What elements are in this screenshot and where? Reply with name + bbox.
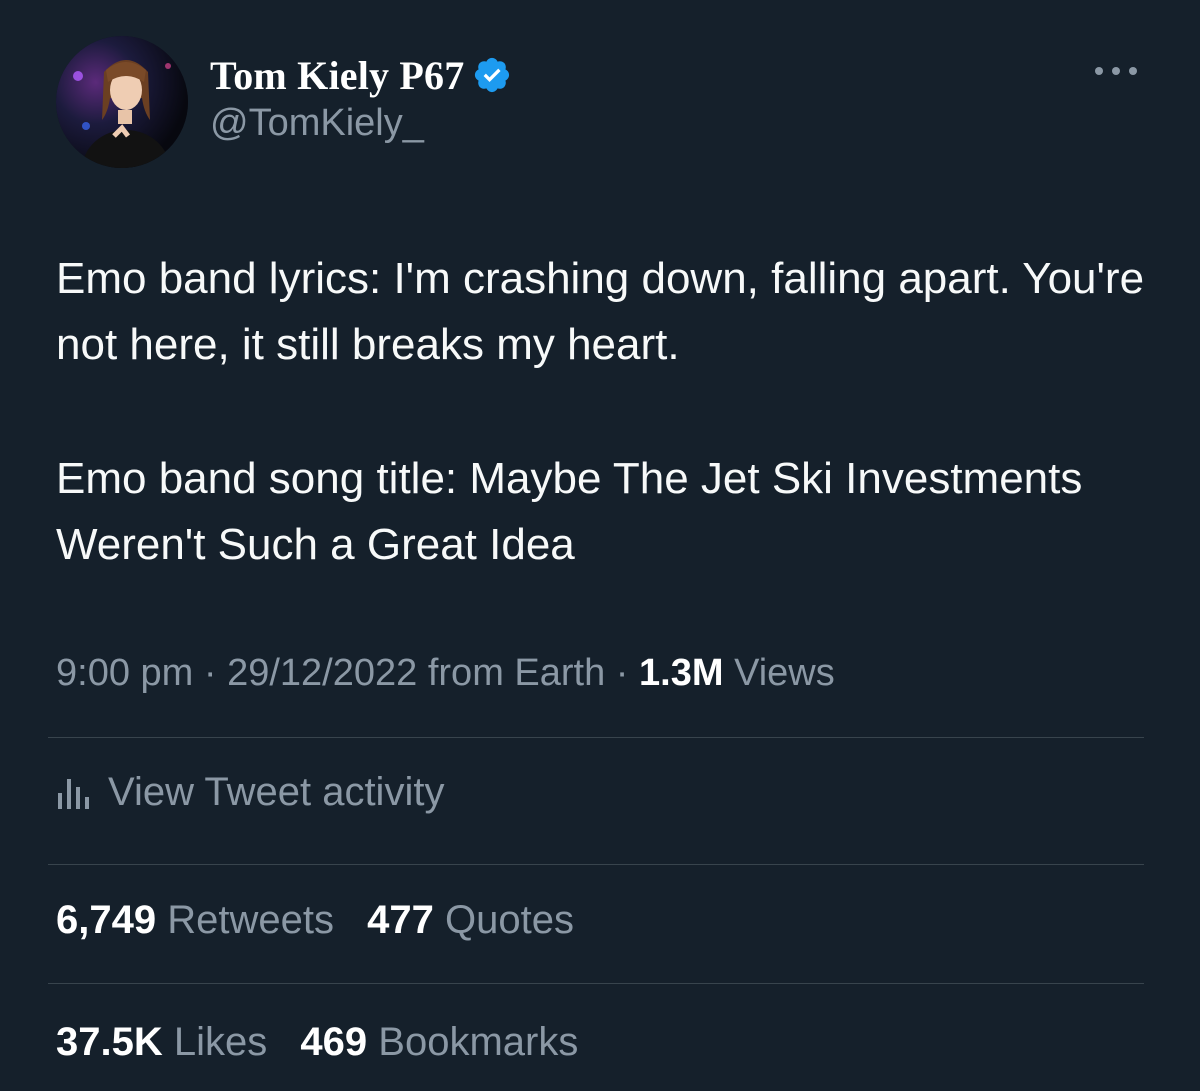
bar-chart-icon	[58, 778, 89, 809]
divider	[48, 737, 1144, 738]
quotes-label: Quotes	[444, 898, 574, 942]
tweet-header: Tom Kiely P67 @TomKiely_	[56, 36, 1144, 168]
bookmarks-count: 469	[300, 1020, 368, 1064]
bookmarks-stat[interactable]: 469 Bookmarks	[300, 1020, 578, 1065]
divider	[48, 864, 1144, 865]
engagement-stats-row: 37.5K Likes 469 Bookmarks	[56, 1020, 600, 1065]
quotes-count: 477	[367, 898, 434, 942]
tweet-meta: 9:00 pm · 29/12/2022 from Earth · 1.3M V…	[56, 652, 835, 695]
avatar[interactable]	[56, 36, 188, 168]
view-tweet-activity-label: View Tweet activity	[108, 770, 445, 814]
likes-stat[interactable]: 37.5K Likes	[56, 1020, 267, 1065]
more-options-icon	[1095, 67, 1137, 75]
tweet-paragraph: Emo band song title: Maybe The Jet Ski I…	[56, 454, 1083, 569]
display-name-row: Tom Kiely P67	[210, 50, 512, 100]
meta-separator: ·	[203, 652, 217, 694]
tweet-date[interactable]: 29/12/2022	[227, 652, 417, 694]
avatar-photo	[56, 36, 188, 168]
likes-count: 37.5K	[56, 1020, 163, 1064]
author-identity: Tom Kiely P67 @TomKiely_	[210, 50, 512, 145]
retweets-count: 6,749	[56, 898, 157, 942]
verified-badge-icon	[472, 55, 512, 95]
meta-separator: ·	[615, 652, 629, 694]
tweet-time[interactable]: 9:00 pm	[56, 652, 193, 694]
divider	[48, 983, 1144, 984]
engagement-stats-row: 6,749 Retweets 477 Quotes	[56, 898, 596, 943]
quotes-stat[interactable]: 477 Quotes	[367, 898, 574, 943]
author-handle[interactable]: @TomKiely_	[210, 102, 512, 145]
view-tweet-activity-button[interactable]: View Tweet activity	[56, 770, 444, 815]
bookmarks-label: Bookmarks	[378, 1020, 579, 1064]
more-options-button[interactable]	[1088, 58, 1144, 84]
display-name[interactable]: Tom Kiely P67	[210, 52, 464, 99]
tweet-text: Emo band lyrics: I'm crashing down, fall…	[56, 246, 1156, 578]
retweets-stat[interactable]: 6,749 Retweets	[56, 898, 334, 943]
tweet-source: from Earth	[427, 652, 606, 694]
likes-label: Likes	[173, 1020, 268, 1064]
views-label: Views	[734, 652, 835, 694]
tweet-paragraph: Emo band lyrics: I'm crashing down, fall…	[56, 254, 1145, 369]
views-count: 1.3M	[639, 652, 724, 694]
retweets-label: Retweets	[167, 898, 334, 942]
